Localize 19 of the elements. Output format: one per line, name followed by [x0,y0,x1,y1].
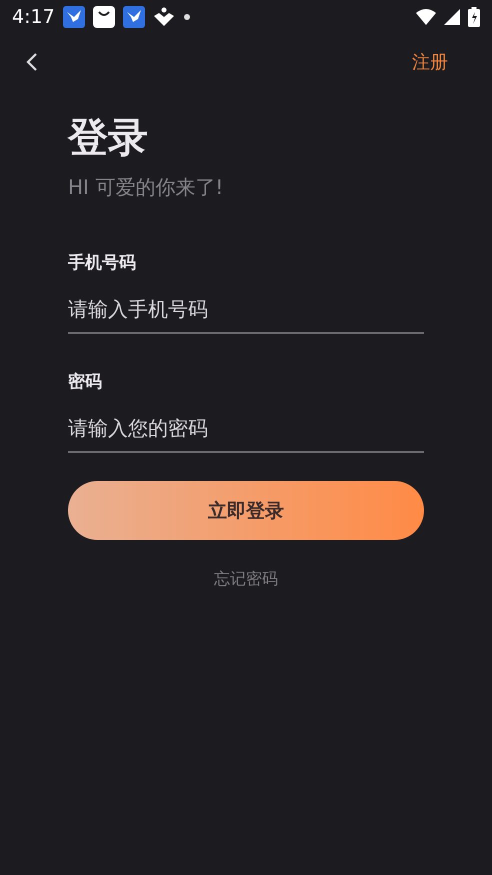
field-label: 密码 [68,371,103,393]
input-field[interactable]: 请输入手机号码 [68,286,424,334]
wifi-icon [416,9,436,25]
field-label: 手机号码 [68,252,137,274]
bird-icon [62,6,85,28]
register-link[interactable]: 注册 [412,50,448,74]
status-time: 4:17 [12,6,55,28]
signal-icon [444,9,460,25]
forgot-password-link[interactable]: 忘记密码 [208,568,284,591]
dot-icon [182,13,191,21]
page-title: 登录 [68,114,149,162]
back-icon [26,52,38,72]
bag-icon [92,6,115,28]
login-button[interactable]: 立即登录 [68,481,424,540]
diamond-icon [152,7,175,27]
input-field[interactable]: 请输入您的密码 [68,405,424,453]
battery-icon [468,7,480,27]
bird-icon [122,6,145,28]
greeting-text: HI 可爱的你来了! [68,174,224,201]
